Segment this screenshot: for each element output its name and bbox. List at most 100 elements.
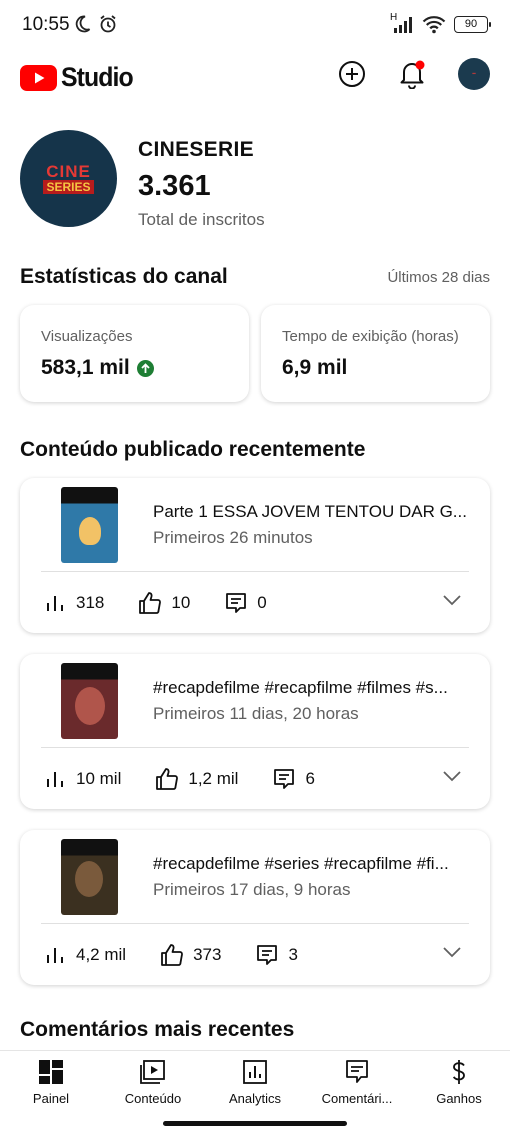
likes-count: 373 — [193, 945, 222, 964]
nav-label: Analytics — [228, 1091, 282, 1106]
video-stats: 10 mil 1,2 mil 6 — [45, 766, 315, 792]
watch-time-card[interactable]: Tempo de exibição (horas) 6,9 mil — [261, 305, 490, 402]
divider — [41, 747, 469, 748]
likes-stat: 10 — [138, 591, 190, 615]
video-meta: Primeiros 17 dias, 9 horas — [153, 880, 351, 899]
video-title: Parte 1 ESSA JOVEM TENTOU DAR G... — [153, 502, 467, 521]
battery-icon: 90 — [454, 15, 491, 33]
comments-count: 0 — [257, 593, 267, 612]
views-count: 4,2 mil — [76, 945, 127, 964]
bar-chart-icon — [47, 772, 63, 787]
trend-up-icon — [136, 359, 154, 377]
earnings-icon — [452, 1060, 465, 1084]
views-stat: 4,2 mil — [45, 945, 126, 965]
content-icon — [140, 1060, 165, 1084]
bar-chart-icon — [47, 948, 63, 963]
divider — [41, 923, 469, 924]
video-thumbnail[interactable] — [61, 663, 118, 739]
recent-content-title: Conteúdo publicado recentemente — [20, 438, 366, 461]
watch-time-value: 6,9 mil — [282, 356, 348, 379]
views-stat: 10 mil — [45, 769, 121, 789]
views-label: Visualizações — [41, 328, 133, 345]
chevron-down-icon[interactable] — [442, 946, 462, 958]
likes-count: 10 — [171, 593, 191, 612]
video-meta: Primeiros 11 dias, 20 horas — [153, 704, 359, 723]
nav-label: Comentári... — [321, 1091, 393, 1106]
app-bar: Studio ▪▪ — [0, 54, 510, 98]
latest-comments-title: Comentários mais recentes — [20, 1018, 295, 1041]
alarm-icon — [100, 15, 116, 33]
battery-level: 90 — [464, 18, 478, 30]
avatar-logo-line2: SERIES — [43, 179, 94, 195]
nav-comments[interactable]: Comentári... — [306, 1059, 408, 1106]
views-count: 10 mil — [76, 769, 122, 788]
video-title: #recapdefilme #series #recapfilme #fi... — [153, 854, 449, 873]
likes-count: 1,2 mil — [188, 769, 239, 788]
video-stats: 318 10 0 — [45, 590, 267, 616]
account-avatar[interactable]: ▪▪ — [458, 58, 490, 90]
likes-stat: 1,2 mil — [155, 767, 238, 791]
nav-label: Ganhos — [436, 1091, 482, 1106]
views-value: 583,1 mil — [41, 356, 130, 379]
thumbs-up-icon — [156, 768, 179, 790]
video-thumbnail[interactable] — [61, 839, 118, 915]
status-bar: 10:55 H 90 — [0, 0, 510, 50]
comments-count: 6 — [305, 769, 315, 788]
divider — [41, 571, 469, 572]
views-value-row: 583,1 mil — [41, 356, 154, 380]
views-card[interactable]: Visualizações 583,1 mil — [20, 305, 249, 402]
stats-header: Estatísticas do canal Últimos 28 dias — [20, 265, 490, 293]
avatar-mini-logo: ▪▪ — [472, 70, 476, 77]
thumbs-up-icon — [139, 592, 162, 614]
nav-dashboard[interactable]: Painel — [0, 1059, 102, 1106]
video-card[interactable]: #recapdefilme #recapfilme #filmes #s... … — [20, 654, 490, 809]
signal-icon: H — [390, 12, 414, 34]
views-stat: 318 — [45, 593, 104, 613]
nav-content[interactable]: Conteúdo — [102, 1059, 204, 1106]
youtube-logo-icon — [20, 64, 57, 91]
youtube-studio-logo[interactable]: Studio — [20, 62, 139, 93]
network-type: H — [390, 12, 398, 23]
video-title: #recapdefilme #recapfilme #filmes #s... — [153, 678, 448, 697]
comments-stat: 6 — [272, 767, 315, 791]
nav-label: Conteúdo — [124, 1091, 182, 1106]
comments-stat: 3 — [255, 943, 298, 967]
subscriber-count: 3.361 — [138, 170, 211, 202]
video-meta: Primeiros 26 minutos — [153, 528, 313, 547]
comment-icon — [257, 945, 278, 965]
comments-count: 3 — [288, 945, 298, 964]
moon-icon — [75, 15, 91, 33]
video-card[interactable]: #recapdefilme #series #recapfilme #fi...… — [20, 830, 490, 985]
thumbs-up-icon — [161, 944, 183, 966]
comments-icon — [346, 1060, 368, 1083]
avatar-logo-line1: CINE — [46, 161, 91, 181]
status-indicators: H 90 — [390, 12, 491, 34]
bar-chart-icon — [47, 596, 63, 611]
video-thumbnail[interactable] — [61, 487, 118, 563]
subscriber-label: Total de inscritos — [138, 210, 265, 229]
video-card[interactable]: Parte 1 ESSA JOVEM TENTOU DAR G... Prime… — [20, 478, 490, 633]
create-plus-icon[interactable] — [338, 60, 366, 88]
watch-time-label: Tempo de exibição (horas) — [282, 328, 459, 345]
stats-title: Estatísticas do canal — [20, 265, 228, 288]
video-stats: 4,2 mil 373 3 — [45, 942, 298, 968]
status-icons — [72, 14, 118, 34]
chevron-down-icon[interactable] — [442, 770, 462, 782]
channel-name: CINESERIE — [138, 138, 254, 161]
comments-stat: 0 — [224, 591, 267, 615]
views-count: 318 — [76, 593, 105, 612]
nav-label: Painel — [32, 1091, 70, 1106]
stats-period: Últimos 28 dias — [387, 269, 490, 286]
nav-analytics[interactable]: Analytics — [204, 1059, 306, 1106]
notifications-bell-icon[interactable] — [398, 59, 426, 89]
analytics-icon — [243, 1060, 267, 1084]
chevron-down-icon[interactable] — [442, 594, 462, 606]
likes-stat: 373 — [160, 943, 221, 967]
channel-avatar[interactable]: CINE SERIES — [20, 130, 117, 227]
nav-earnings[interactable]: Ganhos — [408, 1059, 510, 1106]
brand-label: Studio — [61, 62, 134, 92]
app-bar-actions: ▪▪ — [338, 58, 490, 90]
channel-header: CINE SERIES CINESERIE 3.361 Total de ins… — [20, 130, 490, 230]
comment-icon — [274, 769, 295, 789]
home-indicator[interactable] — [163, 1121, 347, 1126]
